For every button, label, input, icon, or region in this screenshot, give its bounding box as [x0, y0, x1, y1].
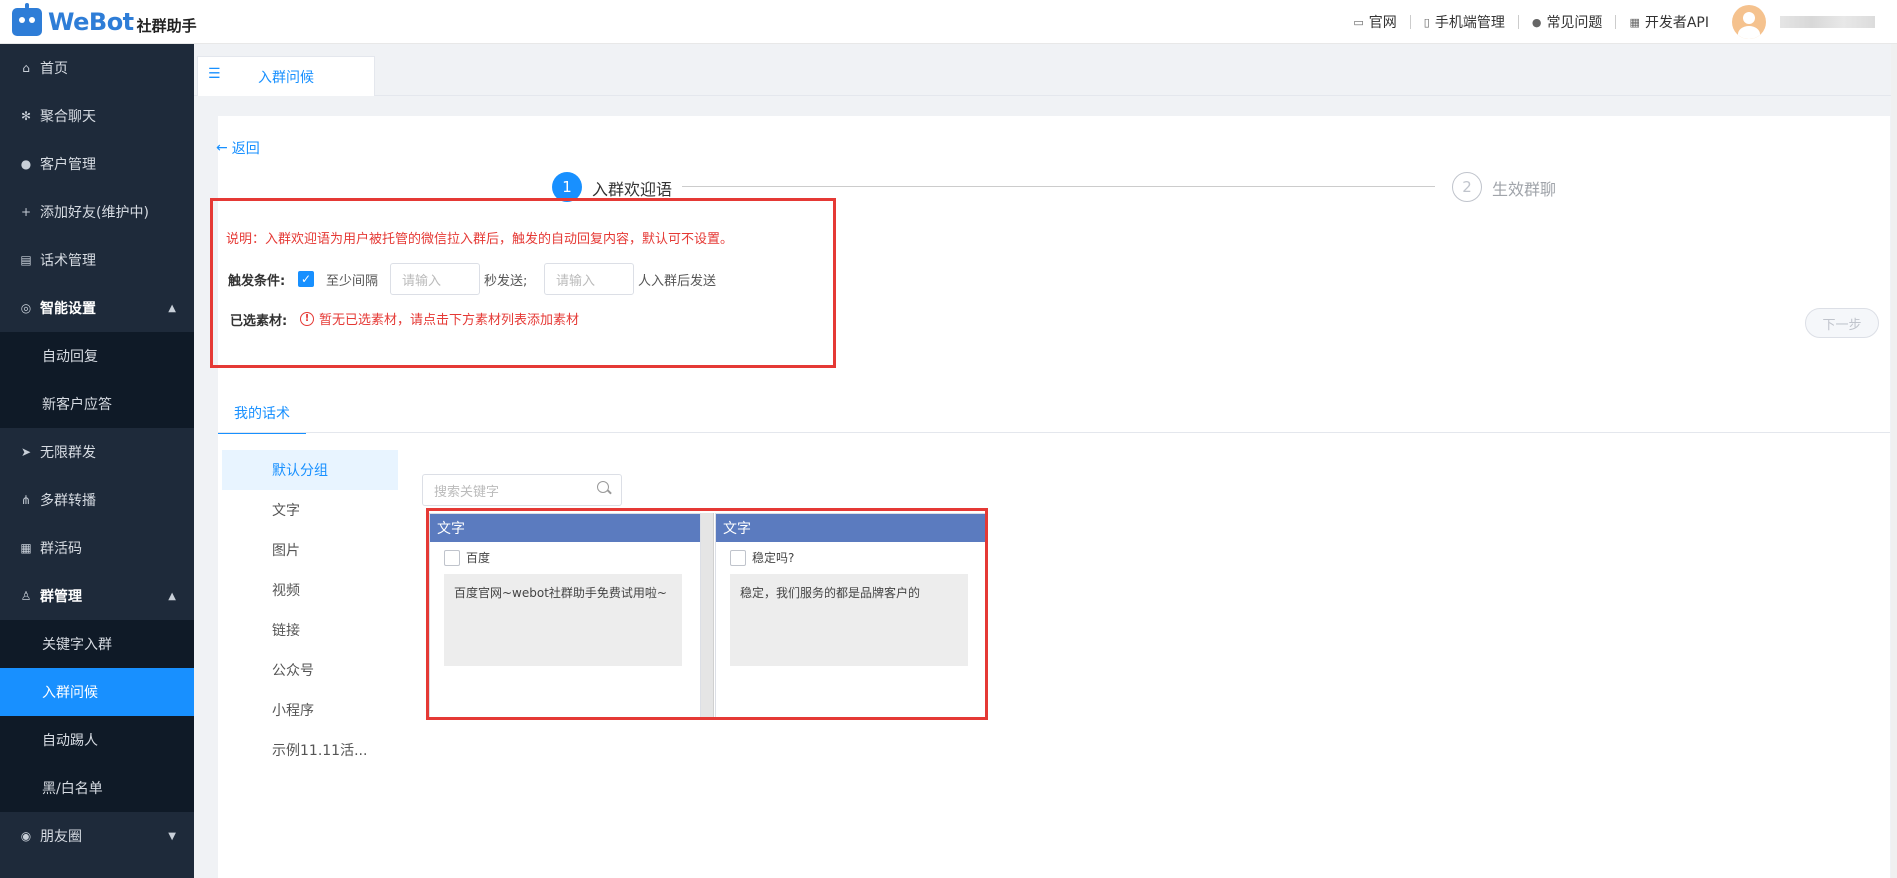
sidebar-item-aggregate-chat[interactable]: ✻ 聚合聊天 [0, 92, 194, 140]
tab-join-greeting[interactable]: 入群问候 [197, 56, 375, 96]
sidebar-item-mass-send[interactable]: ➤ 无限群发 [0, 428, 194, 476]
interval-input[interactable]: 请输入 [390, 263, 480, 295]
monitor-icon: ▭ [1353, 15, 1364, 29]
highlight-box-materials [426, 508, 988, 720]
category-item[interactable]: 图片 [222, 530, 398, 570]
qrcode-icon: ▦ [20, 541, 32, 555]
trigger-condition-label: 触发条件: [228, 274, 286, 289]
group-icon: ♙ [20, 589, 32, 603]
username-redacted[interactable] [1780, 16, 1875, 28]
sidebar-item-auto-reply[interactable]: 自动回复 [0, 332, 194, 380]
sidebar-item-scripts[interactable]: ▤ 话术管理 [0, 236, 194, 284]
sidebar-item-multi-broadcast[interactable]: ⋔ 多群转播 [0, 476, 194, 524]
chevron-down-icon: ▼ [168, 830, 176, 842]
category-list: 默认分组 文字 图片 视频 链接 公众号 小程序 示例11.11活... [222, 450, 398, 770]
chevron-up-icon: ▲ [168, 590, 176, 602]
logo-text: WeBot [48, 8, 134, 36]
sidebar-item-group-qrcode[interactable]: ▦ 群活码 [0, 524, 194, 572]
step-1-label: 入群欢迎语 [592, 176, 683, 200]
nav-mobile-management[interactable]: ▯ 手机端管理 [1411, 12, 1518, 32]
category-item[interactable]: 公众号 [222, 650, 398, 690]
sidebar-item-customers[interactable]: ● 客户管理 [0, 140, 194, 188]
gear-icon: ✻ [20, 109, 32, 123]
sidebar-group-group-management[interactable]: ♙ 群管理 ▲ [0, 572, 194, 620]
category-item[interactable]: 文字 [222, 490, 398, 530]
tab-divider [218, 432, 1890, 433]
tab-my-scripts[interactable]: 我的话术 [218, 400, 306, 434]
api-icon: ▦ [1629, 15, 1640, 29]
check-icon: ✓ [300, 272, 312, 286]
sidebar-item-add-friends[interactable]: + 添加好友(维护中) [0, 188, 194, 236]
back-link[interactable]: ← 返回 [216, 138, 260, 158]
selected-material-label: 已选素材: [230, 314, 288, 329]
home-icon: ⌂ [22, 61, 30, 75]
selected-material-warning: ! 暂无已选素材，请点击下方素材列表添加素材 [300, 309, 579, 328]
robot-logo-icon [12, 3, 42, 36]
submenu-smart-settings: 自动回复 新客户应答 [0, 332, 194, 428]
chevron-up-icon: ▲ [168, 302, 176, 314]
description-text: 说明：入群欢迎语为用户被托管的微信拉入群后，触发的自动回复内容，默认可不设置。 [226, 232, 734, 247]
document-icon: ▤ [20, 253, 32, 267]
step-2-indicator: 2 [1452, 172, 1482, 202]
search-icon[interactable] [597, 481, 609, 493]
category-item[interactable]: 链接 [222, 610, 398, 650]
broadcast-icon: ⋔ [20, 493, 32, 507]
next-step-button[interactable]: 下一步 [1805, 308, 1879, 338]
steps-connector [680, 186, 1435, 187]
nav-faq[interactable]: ● 常见问题 [1519, 12, 1616, 32]
avatar[interactable] [1732, 5, 1766, 39]
sidebar-item-new-customer-reply[interactable]: 新客户应答 [0, 380, 194, 428]
nav-official-site[interactable]: ▭ 官网 [1340, 12, 1409, 32]
seconds-text: 秒发送; [484, 274, 528, 289]
category-item[interactable]: 小程序 [222, 690, 398, 730]
smart-icon: ◎ [20, 301, 32, 315]
moments-icon: ◉ [20, 829, 32, 843]
sidebar-item-join-greeting[interactable]: 入群问候 [0, 668, 194, 716]
logo-subtitle: 社群助手 [136, 16, 197, 35]
collapse-menu-icon[interactable]: ☰ [208, 66, 221, 82]
sidebar: ⌂ 首页 ✻ 聚合聊天 ● 客户管理 + 添加好友(维护中) ▤ 话术管理 ◎ 智能设置 ▲ … [0, 44, 194, 878]
member-count-text: 人入群后发送 [638, 274, 717, 289]
phone-icon: ▯ [1423, 15, 1430, 29]
tab-bar: 入群问候 ☰ [194, 44, 1897, 96]
top-nav: ▭ 官网 ▯ 手机端管理 ● 常见问题 ▦ 开发者API [1340, 0, 1897, 44]
vertical-scrollbar[interactable] [1891, 44, 1897, 878]
sidebar-item-black-white-list[interactable]: 黑/白名单 [0, 764, 194, 812]
add-user-icon: + [20, 205, 32, 219]
sidebar-item-keyword-join[interactable]: 关键字入群 [0, 620, 194, 668]
sidebar-item-home[interactable]: ⌂ 首页 [0, 44, 194, 92]
trigger-checkbox[interactable]: ✓ [298, 271, 314, 287]
logo[interactable]: WeBot 社群助手 [12, 3, 197, 38]
search-input[interactable]: 搜索关键字 [422, 474, 622, 506]
category-item[interactable]: 示例11.11活... [222, 730, 398, 770]
top-header: WeBot 社群助手 ▭ 官网 ▯ 手机端管理 ● 常见问题 ▦ 开发者API [0, 0, 1897, 44]
step-2-label: 生效群聊 [1492, 180, 1557, 199]
category-item[interactable]: 默认分组 [222, 450, 398, 490]
sidebar-group-smart-settings[interactable]: ◎ 智能设置 ▲ [0, 284, 194, 332]
warning-icon: ! [300, 311, 314, 326]
arrow-left-icon: ← [216, 140, 228, 156]
question-icon: ● [1531, 15, 1542, 29]
member-count-input[interactable]: 请输入 [544, 263, 634, 295]
sidebar-item-moments[interactable]: ◉ 朋友圈 ▼ [0, 812, 194, 860]
interval-text: 至少间隔 [326, 274, 379, 289]
user-icon: ● [20, 157, 32, 171]
send-icon: ➤ [20, 445, 32, 459]
nav-developer-api[interactable]: ▦ 开发者API [1616, 12, 1722, 32]
category-item[interactable]: 视频 [222, 570, 398, 610]
submenu-group-management: 关键字入群 入群问候 自动踢人 黑/白名单 [0, 620, 194, 812]
sidebar-item-auto-kick[interactable]: 自动踢人 [0, 716, 194, 764]
